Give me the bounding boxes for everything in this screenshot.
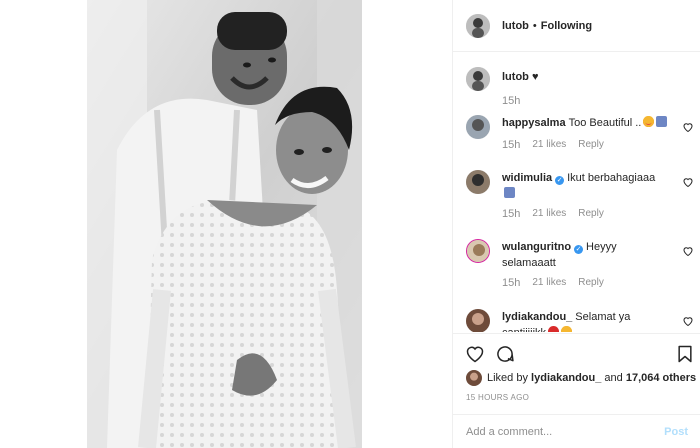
author-avatar[interactable] xyxy=(466,13,490,38)
likes-and: and xyxy=(604,372,623,384)
post-caption: lutob ♥ 15h xyxy=(466,67,538,107)
comment-meta: 15h 21 likes Reply xyxy=(502,139,604,151)
bookmark-icon[interactable] xyxy=(675,344,695,364)
heart-emoji-icon xyxy=(548,326,560,332)
comment-body: widimulia ✓ Ikut berbahagiaaa xyxy=(502,170,672,202)
comment-username[interactable]: happysalma xyxy=(502,117,566,129)
comment-body: lydiakandou_Selamat ya cantiiiiikk xyxy=(502,309,672,332)
emoji-icon xyxy=(656,116,668,127)
comment-meta: 15h 21 likes Reply xyxy=(502,277,604,289)
likes-prefix: Liked by xyxy=(487,372,528,384)
add-comment-bar: Post xyxy=(453,414,700,448)
comment-text: Ikut berbahagiaaa xyxy=(567,172,656,184)
caption-time: 15h xyxy=(502,95,521,107)
commenter-avatar-story[interactable] xyxy=(466,239,490,263)
post-side-panel: lutob • Following lutob ♥ 15h happysalma… xyxy=(452,0,700,448)
heart-eyes-emoji-icon xyxy=(561,326,573,332)
likes-text: Liked by lydiakandou_ and 17,064 others xyxy=(487,372,696,384)
comment-time[interactable]: 15h xyxy=(502,208,520,220)
comment-input[interactable] xyxy=(466,425,665,438)
like-heart-icon[interactable] xyxy=(465,344,485,364)
heart-eyes-emoji-icon xyxy=(643,116,655,127)
photo-area xyxy=(0,0,452,448)
comment-like-heart-icon[interactable] xyxy=(682,121,694,133)
post-comment-button[interactable]: Post xyxy=(664,426,688,438)
header-separator: • xyxy=(532,19,537,32)
comment-likes[interactable]: 21 likes xyxy=(532,139,566,151)
post-modal: lutob • Following lutob ♥ 15h happysalma… xyxy=(0,0,700,448)
caption-body: ♥ xyxy=(531,71,539,83)
comment-username[interactable]: wulanguritno xyxy=(502,241,571,253)
likes-summary: Liked by lydiakandou_ and 17,064 others xyxy=(466,370,696,386)
verified-badge-icon: ✓ xyxy=(574,245,584,254)
post-photo[interactable] xyxy=(87,0,362,448)
comment-time[interactable]: 15h xyxy=(502,139,520,151)
emoji-icon xyxy=(504,187,515,198)
comment-likes[interactable]: 21 likes xyxy=(532,277,566,289)
reply-button[interactable]: Reply xyxy=(578,208,604,220)
caption-text: lutob ♥ xyxy=(502,67,538,84)
comment-body: happysalma Too Beautiful .. xyxy=(502,115,672,131)
comment-body: wulanguritno ✓ Heyyy selamaaatt xyxy=(502,239,672,271)
post-header: lutob • Following xyxy=(453,0,700,52)
comment-time[interactable]: 15h xyxy=(502,277,520,289)
likes-count[interactable]: 17,064 others xyxy=(626,372,696,384)
comment-text: Too Beautiful .. xyxy=(568,117,642,129)
caption-avatar[interactable] xyxy=(466,67,490,91)
verified-badge-icon: ✓ xyxy=(555,176,565,185)
comment-likes[interactable]: 21 likes xyxy=(532,208,566,220)
wedding-photo xyxy=(87,0,362,448)
comment-username[interactable]: lydiakandou_ xyxy=(502,311,572,323)
comment-like-heart-icon[interactable] xyxy=(682,245,694,257)
following-button[interactable]: Following xyxy=(541,20,592,32)
comment-bubble-icon[interactable] xyxy=(495,344,515,364)
liker-username[interactable]: lydiakandou_ xyxy=(531,372,601,384)
liker-avatar[interactable] xyxy=(466,370,482,386)
reply-button[interactable]: Reply xyxy=(578,277,604,289)
comment-like-heart-icon[interactable] xyxy=(682,315,694,327)
comments-list[interactable]: lutob ♥ 15h happysalma Too Beautiful .. 1… xyxy=(453,53,700,332)
author-username[interactable]: lutob xyxy=(502,20,529,32)
comment-username[interactable]: widimulia xyxy=(502,172,552,184)
comment-like-heart-icon[interactable] xyxy=(682,176,694,188)
commenter-avatar[interactable] xyxy=(466,170,490,194)
post-timestamp[interactable]: 15 HOURS AGO xyxy=(466,393,529,402)
reply-button[interactable]: Reply xyxy=(578,139,604,151)
commenter-avatar[interactable] xyxy=(466,115,490,139)
caption-username[interactable]: lutob xyxy=(502,71,529,83)
post-actions xyxy=(453,333,700,363)
comment-meta: 15h 21 likes Reply xyxy=(502,208,604,220)
commenter-avatar[interactable] xyxy=(466,309,490,332)
